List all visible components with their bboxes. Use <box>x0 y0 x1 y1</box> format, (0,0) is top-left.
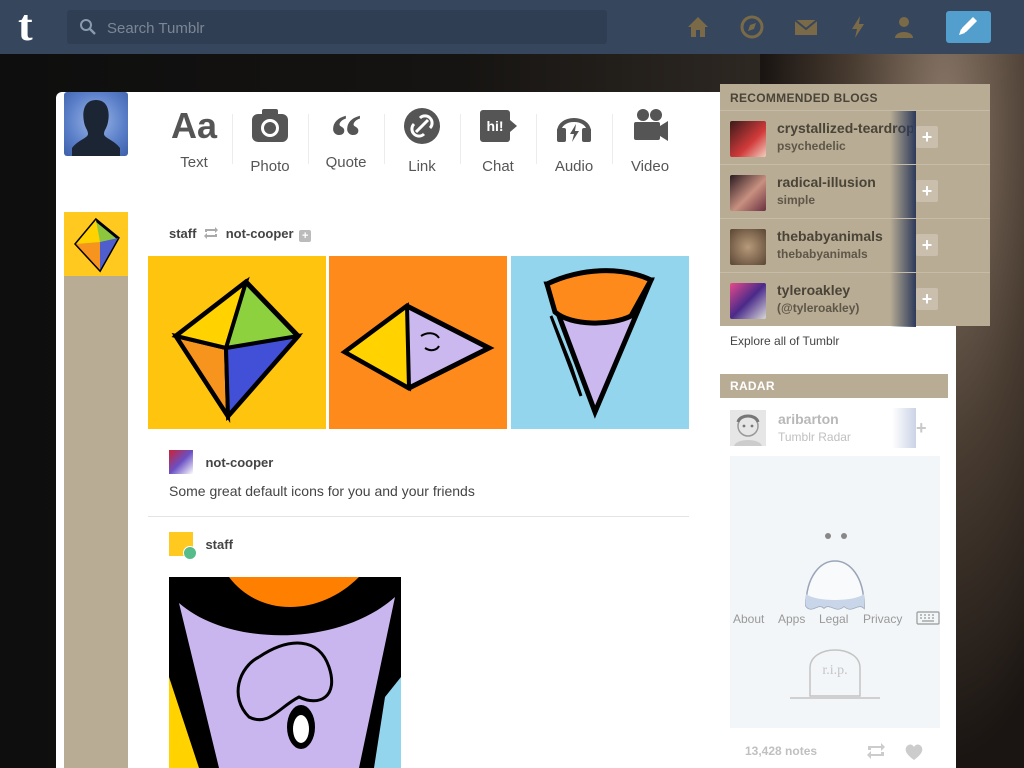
search-box[interactable] <box>67 10 607 44</box>
post-video-button[interactable]: Video <box>612 106 688 175</box>
caption-author: not-cooper <box>169 450 273 474</box>
photo-tile-2[interactable] <box>329 256 507 429</box>
caption-author-link[interactable]: not-cooper <box>205 455 273 470</box>
kite-avatar-icon <box>74 217 120 273</box>
blog-avatar <box>730 121 766 157</box>
radar-subtitle: Tumblr Radar <box>778 430 851 444</box>
post-author-link[interactable]: staff <box>169 226 196 241</box>
blog-subtitle: psychedelic <box>777 139 846 153</box>
search-icon <box>80 19 96 35</box>
video-camera-icon <box>634 109 668 141</box>
home-icon[interactable] <box>685 14 711 40</box>
reblog-author: staff <box>169 532 233 560</box>
post-link-button[interactable]: Link <box>384 106 460 175</box>
explore-link[interactable]: Explore all of Tumblr <box>730 334 839 348</box>
explore-icon[interactable] <box>739 14 765 40</box>
reblogged-from-link[interactable]: not-cooper <box>226 226 294 241</box>
radar-title: RADAR <box>730 379 775 393</box>
post-chat-button[interactable]: hi! Chat <box>460 106 536 175</box>
post-quote-button[interactable]: “ Quote <box>308 101 384 172</box>
post-text-label: Text <box>180 154 208 171</box>
text-icon: Aa <box>170 105 218 146</box>
pencil-icon <box>959 17 977 35</box>
account-icon[interactable] <box>891 14 917 40</box>
blog-avatar <box>730 283 766 319</box>
footer-about-link[interactable]: About <box>733 612 764 626</box>
photo-tile-1[interactable] <box>148 256 326 429</box>
link-icon <box>404 108 440 144</box>
silhouette-icon <box>72 100 120 156</box>
staff-avatar[interactable] <box>64 212 128 276</box>
quote-icon: “ <box>330 101 362 172</box>
post-photo-label: Photo <box>250 158 290 175</box>
chat-icon: hi! <box>480 110 517 142</box>
radar-header: RADAR <box>720 374 948 398</box>
activity-icon[interactable] <box>845 14 871 40</box>
blog-avatar <box>730 229 766 265</box>
blog-strip <box>64 212 128 768</box>
post-divider <box>148 516 689 517</box>
ghost-drawing: r.i.p. <box>730 456 940 728</box>
camera-icon <box>252 109 288 142</box>
post-audio-label: Audio <box>554 158 594 175</box>
footer-privacy-link[interactable]: Privacy <box>863 612 902 626</box>
blog-subtitle: thebabyanimals <box>777 247 868 261</box>
post-type-bar: Aa Text Photo “ Quote Link hi! Chat Audi… <box>148 92 688 197</box>
compose-button[interactable] <box>946 11 991 43</box>
recommended-blog-row[interactable]: radical-illusion simple + <box>720 164 990 219</box>
blog-avatar <box>730 175 766 211</box>
reblog-author-link[interactable]: staff <box>205 537 232 552</box>
keyboard-icon[interactable] <box>916 611 940 625</box>
post-audio-button[interactable]: Audio <box>536 106 612 175</box>
radar-blog-name[interactable]: aribarton <box>778 411 839 427</box>
photo-tile-3[interactable] <box>511 256 689 429</box>
reblog-badge-icon <box>183 546 197 560</box>
user-avatar[interactable] <box>64 92 128 156</box>
footer-apps-link[interactable]: Apps <box>778 612 805 626</box>
post-photo-large[interactable] <box>169 577 401 768</box>
radar-follow-button[interactable]: + <box>916 418 927 439</box>
post-quote-label: Quote <box>325 154 367 171</box>
blog-subtitle: simple <box>777 193 816 207</box>
recommended-blog-row[interactable]: thebabyanimals thebabyanimals + <box>720 218 990 273</box>
post-text-button[interactable]: Aa Text <box>156 105 232 172</box>
post-video-label: Video <box>630 158 670 175</box>
headphones-icon <box>557 118 591 142</box>
reblog-icon <box>204 227 219 239</box>
top-bar: t <box>0 0 1024 54</box>
staff-small-avatar[interactable] <box>169 532 197 560</box>
follow-button[interactable]: + <box>916 234 938 256</box>
messages-icon[interactable] <box>793 14 819 40</box>
recommended-blog-row[interactable]: tyleroakley (@tyleroakley) + <box>720 272 990 327</box>
radar-image[interactable]: r.i.p. <box>730 456 940 728</box>
recommended-blogs: RECOMMENDED BLOGS crystallized-teardrops… <box>720 84 990 327</box>
photoset[interactable] <box>148 256 689 429</box>
follow-button[interactable]: + <box>916 180 938 202</box>
follow-button[interactable]: + <box>916 288 938 310</box>
recommended-title: RECOMMENDED BLOGS <box>730 91 878 105</box>
follow-plus-icon[interactable]: + <box>299 230 312 242</box>
svg-text:hi!: hi! <box>486 118 503 134</box>
recommended-blog-row[interactable]: crystallized-teardrops psychedelic + <box>720 110 990 165</box>
like-heart-icon[interactable] <box>904 743 924 761</box>
radar-notes-count[interactable]: 13,428 notes <box>745 744 817 758</box>
post-caption: Some great default icons for you and you… <box>169 483 475 499</box>
footer-legal-link[interactable]: Legal <box>819 612 848 626</box>
cone-face-image <box>169 577 401 768</box>
tumblr-logo-icon[interactable]: t <box>18 4 50 48</box>
svg-text:r.i.p.: r.i.p. <box>822 663 847 678</box>
post-chat-label: Chat <box>482 158 514 175</box>
follow-button[interactable]: + <box>916 126 938 148</box>
post-header: staff not-cooper + <box>169 226 312 242</box>
post-photo-button[interactable]: Photo <box>232 106 308 175</box>
blog-subtitle: (@tyleroakley) <box>777 301 860 315</box>
not-cooper-avatar[interactable] <box>169 450 193 474</box>
sketch-face-icon <box>734 414 762 446</box>
reblog-icon[interactable] <box>866 743 886 759</box>
post-link-label: Link <box>408 158 436 175</box>
radar-avatar[interactable] <box>730 410 766 446</box>
search-input[interactable] <box>105 16 589 40</box>
